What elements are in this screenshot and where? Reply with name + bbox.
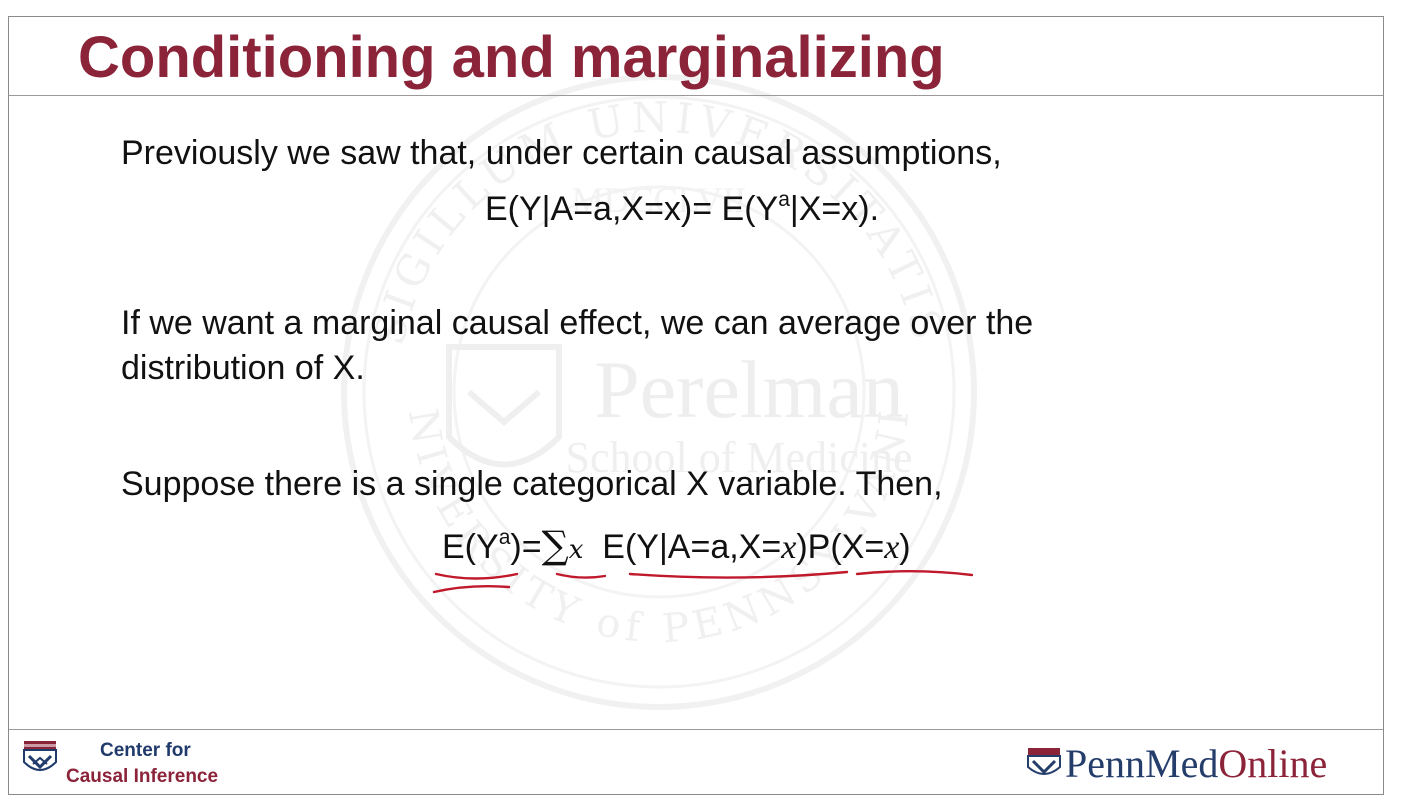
equation1-superscript: a	[778, 188, 790, 211]
paragraph-marginal-line2: distribution of X.	[121, 349, 365, 387]
underline-sum	[555, 572, 607, 579]
eq2-lhs-superscript: a	[498, 526, 511, 549]
underline-lhs	[434, 572, 519, 580]
title-bar: Conditioning and marginalizing	[9, 17, 1383, 96]
underline-lhs-double	[432, 585, 511, 594]
summation-index: x	[568, 535, 584, 565]
summation-symbol: ∑	[541, 523, 569, 567]
eq2-term2-close: )	[899, 528, 911, 566]
equation-conditional: E(Y|A=a,X=x)= E(Ya|X=x).	[485, 186, 879, 232]
eq2-lhs-close: )=	[510, 528, 542, 566]
eq2-term2-variable: x	[884, 529, 900, 566]
paragraph-suppose: Suppose there is a single categorical X …	[121, 465, 943, 503]
paragraph-previously: Previously we saw that, under certain ca…	[121, 134, 1002, 172]
paragraph-marginal-line1: If we want a marginal causal effect, we …	[121, 304, 1034, 342]
pennmed-wordmark: PennMed	[1065, 741, 1219, 786]
equation-marginal: E(Ya)=∑x E(Y|A=a,X=x)P(X=x)	[442, 522, 911, 573]
paragraph-marginal: If we want a marginal causal effect, we …	[121, 301, 1033, 391]
logo-line-center-for: Center for	[100, 740, 191, 761]
eq2-term2: P(X=	[807, 528, 885, 566]
slide-title: Conditioning and marginalizing	[78, 25, 945, 90]
center-causal-inference-logo: Center for Causal Inference	[66, 738, 218, 790]
equation1-left: E(Y|A=a,X=x)= E(Y	[485, 190, 779, 228]
eq2-lhs-open: E(Y	[442, 528, 499, 566]
logo-line-causal-inference: Causal Inference	[66, 766, 219, 787]
penn-shield-icon	[23, 741, 57, 771]
eq2-term1: E(Y|A=a,X=	[602, 528, 782, 566]
pennmed-shield-icon	[1027, 748, 1061, 775]
equation1-right: |X=x).	[789, 190, 880, 228]
slide: SIGILLUM UNIVERSITATIS UNIVERSITY of PEN…	[8, 16, 1384, 795]
pennmedonline-logo: PennMedOnline	[1027, 742, 1327, 786]
eq2-term1-close: )	[796, 528, 808, 566]
eq2-term1-variable: x	[781, 529, 797, 566]
slide-footer: Center for Causal Inference PennMedOnlin…	[9, 729, 1383, 794]
online-wordmark: Online	[1218, 741, 1328, 786]
